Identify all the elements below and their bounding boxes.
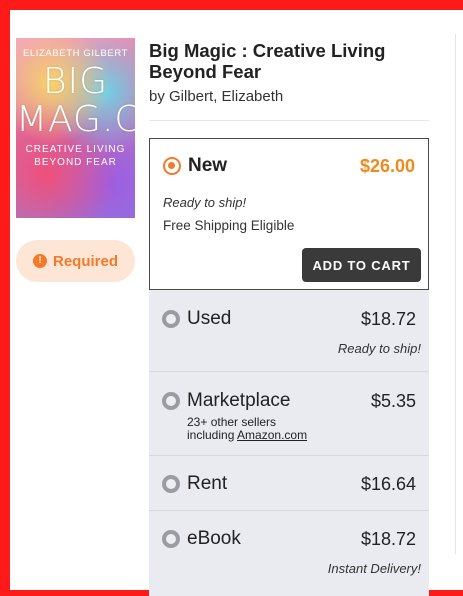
radio-unselected-icon[interactable] (162, 475, 180, 493)
radio-unselected-icon[interactable] (162, 530, 180, 548)
alert-badge-icon: ! (32, 254, 47, 268)
option-marketplace-label: Marketplace (187, 390, 291, 411)
option-new-shipping: Free Shipping Eligible (163, 218, 295, 233)
option-rent-label: Rent (187, 473, 228, 494)
radio-unselected-icon[interactable] (162, 392, 180, 410)
cover-title-line1: BIG (42, 61, 109, 102)
option-new-ship-note: Ready to ship! (163, 195, 247, 210)
book-title[interactable]: Big Magic : Creative Living Beyond Fear (149, 40, 434, 82)
highlight-frame-left (0, 0, 10, 596)
option-used[interactable]: Used $18.72 Ready to ship! (149, 290, 429, 372)
add-to-cart-button[interactable]: ADD TO CART (302, 248, 421, 282)
option-ebook-label: eBook (187, 528, 241, 549)
option-rent[interactable]: Rent $16.64 (149, 456, 429, 511)
book-byline: by Gilbert, Elizabeth (149, 88, 284, 105)
option-marketplace[interactable]: Marketplace $5.35 23+ other sellers incl… (149, 372, 429, 456)
option-new-label: New (188, 155, 228, 176)
radio-selected-icon[interactable] (163, 157, 181, 175)
sellers-prefix: including (187, 428, 238, 442)
sellers-including: including Amazon.com (187, 429, 307, 442)
highlight-frame-top (0, 0, 463, 10)
option-used-note: Ready to ship! (337, 341, 421, 356)
cover-author: ELIZABETH GILBERT (22, 48, 129, 59)
radio-unselected-icon[interactable] (162, 310, 180, 328)
required-label: Required (52, 252, 118, 270)
option-marketplace-sellers: 23+ other sellers including Amazon.com (187, 416, 307, 442)
option-ebook-note: Instant Delivery! (327, 561, 421, 576)
format-options: New $26.00 Ready to ship! Free Shipping … (149, 138, 429, 596)
option-new-price: $26.00 (359, 156, 415, 176)
required-badge: ! Required (16, 240, 135, 282)
divider (149, 120, 429, 121)
cover-tagline-line1: CREATIVE LIVING (25, 144, 126, 155)
amazon-link[interactable]: Amazon.com (237, 428, 307, 442)
column-divider (455, 34, 456, 554)
option-used-label: Used (187, 308, 232, 329)
option-ebook-price: $18.72 (360, 529, 416, 549)
option-marketplace-price: $5.35 (370, 391, 416, 411)
cover-title-line2: MAG.C (16, 99, 135, 140)
book-cover[interactable]: ELIZABETH GILBERT BIG MAG.C CREATIVE LIV… (16, 38, 135, 218)
option-ebook[interactable]: eBook $18.72 Instant Delivery! (149, 511, 429, 596)
cover-tagline-line2: BEYOND FEAR (34, 157, 117, 168)
option-used-price: $18.72 (360, 309, 416, 329)
option-rent-price: $16.64 (360, 474, 416, 494)
option-new[interactable]: New $26.00 Ready to ship! Free Shipping … (149, 138, 429, 290)
